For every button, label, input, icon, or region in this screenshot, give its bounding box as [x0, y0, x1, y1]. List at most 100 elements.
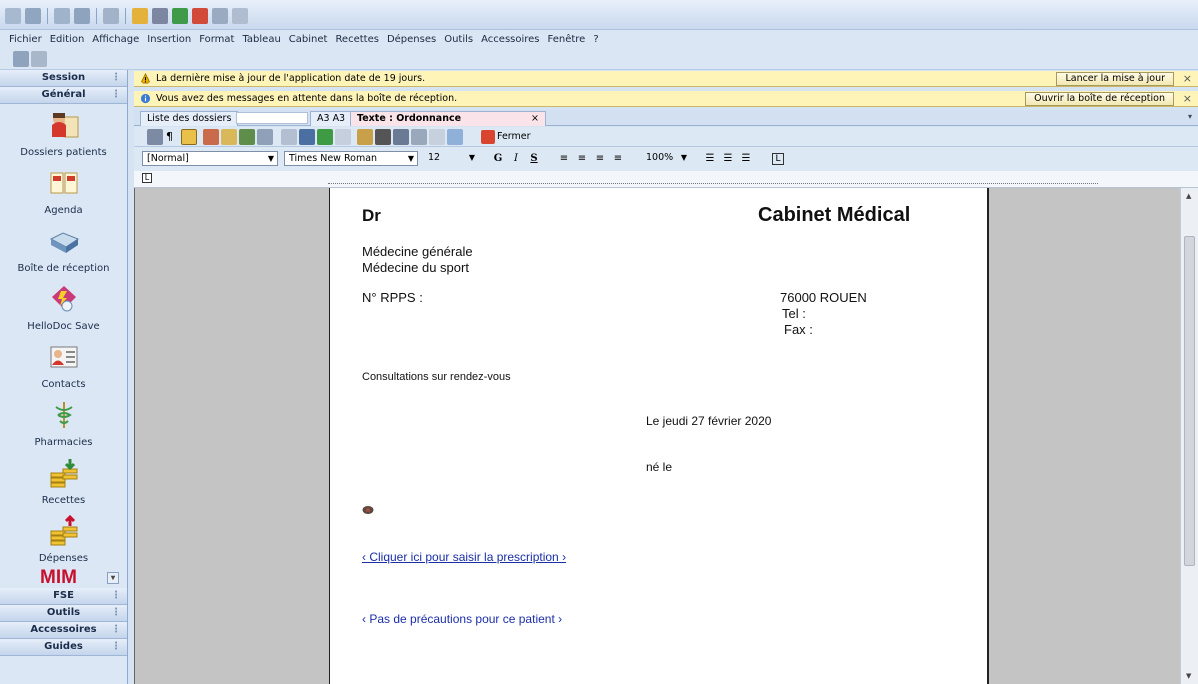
menu-format[interactable]: Format	[198, 34, 235, 45]
menu-recettes[interactable]: Recettes	[334, 34, 380, 45]
underline-button[interactable]: S	[526, 151, 542, 166]
sidebar-section-accessoires[interactable]: Accessoires ⋮	[0, 622, 127, 639]
document-page[interactable]: Dr Cabinet Médical Médecine générale Méd…	[329, 188, 989, 684]
prescription-link[interactable]: ‹ Cliquer ici pour saisir la prescriptio…	[362, 550, 566, 564]
menu-cabinet[interactable]: Cabinet	[288, 34, 329, 45]
sidebar-item-recettes[interactable]: Recettes	[0, 452, 127, 510]
tab-stop-icon[interactable]: L	[142, 173, 152, 183]
sidebar-item-boite-reception[interactable]: Boîte de réception	[0, 220, 127, 278]
close-document-button[interactable]: Fermer	[497, 131, 531, 142]
sidebar-item-label: Dépenses	[38, 553, 89, 564]
building-icon[interactable]	[103, 8, 119, 24]
image-insert-icon[interactable]	[299, 129, 315, 145]
stamp-icon[interactable]	[393, 129, 409, 145]
font-select[interactable]: Times New Roman ▼	[284, 151, 418, 166]
tab-liste-dossiers[interactable]: Liste des dossiers	[140, 111, 239, 126]
printer-icon[interactable]	[152, 8, 168, 24]
menu-fichier[interactable]: Fichier	[8, 34, 43, 45]
menu-fenetre[interactable]: Fenêtre	[547, 34, 587, 45]
menu-edition[interactable]: Edition	[49, 34, 86, 45]
menu-affichage[interactable]: Affichage	[91, 34, 140, 45]
sidebar-section-outils[interactable]: Outils ⋮	[0, 605, 127, 622]
house-settings-icon[interactable]	[212, 8, 228, 24]
align-center-icon[interactable]: ≡	[574, 151, 590, 166]
chevron-down-icon[interactable]: ▾	[1188, 112, 1192, 121]
print-icon[interactable]	[375, 129, 391, 145]
menu-outils[interactable]: Outils	[443, 34, 474, 45]
align-left-icon[interactable]: ≡	[556, 151, 572, 166]
sidebar-item-depenses[interactable]: Dépenses	[0, 510, 127, 568]
scroll-up-icon[interactable]: ▲	[1186, 192, 1191, 200]
sidebar-item-contacts[interactable]: Contacts	[0, 336, 127, 394]
close-icon[interactable]: ×	[1183, 92, 1192, 105]
card-icon[interactable]	[257, 129, 273, 145]
menu-depenses[interactable]: Dépenses	[386, 34, 437, 45]
ruler[interactable]: L	[134, 171, 1198, 188]
save-icon[interactable]	[147, 129, 163, 145]
list-icon[interactable]	[281, 129, 297, 145]
scroll-thumb[interactable]	[1184, 236, 1195, 566]
sidebar-item-pharmacies[interactable]: Pharmacies	[0, 394, 127, 452]
patient-insert-icon[interactable]	[203, 129, 219, 145]
italic-button[interactable]: I	[508, 151, 524, 166]
house-gear-icon[interactable]	[232, 8, 248, 24]
image-icon[interactable]	[13, 51, 29, 67]
menu-help[interactable]: ?	[592, 34, 599, 45]
house-alt-icon[interactable]	[74, 8, 90, 24]
paragraph-icon[interactable]: ¶	[166, 130, 173, 143]
spellcheck-icon[interactable]	[447, 129, 463, 145]
zoom-select[interactable]: 100% ▼	[642, 151, 690, 166]
home-alt-icon[interactable]	[25, 8, 41, 24]
sidebar-item-dossiers-patients[interactable]: Dossiers patients	[0, 104, 127, 162]
update-notification-bar: La dernière mise à jour de l'application…	[134, 71, 1198, 87]
bullet-list-icon[interactable]: ☰	[702, 151, 718, 166]
align-right-icon[interactable]: ≡	[592, 151, 608, 166]
sidebar-section-guides[interactable]: Guides ⋮	[0, 639, 127, 656]
person-icon[interactable]	[132, 8, 148, 24]
copy-icon[interactable]	[357, 129, 373, 145]
save-shield-icon	[51, 286, 76, 312]
select-icon[interactable]	[181, 129, 197, 145]
sidebar-item-agenda[interactable]: Agenda	[0, 162, 127, 220]
sidebar-section-general[interactable]: Général ⋮	[0, 87, 127, 104]
document-copy-icon[interactable]	[221, 129, 237, 145]
barcode-icon[interactable]	[411, 129, 427, 145]
font-size-select[interactable]: 12 ▼	[424, 151, 478, 166]
menu-tableau[interactable]: Tableau	[241, 34, 281, 45]
document-icon[interactable]	[31, 51, 47, 67]
template-icon[interactable]	[239, 129, 255, 145]
home-icon[interactable]	[5, 8, 21, 24]
bold-button[interactable]: G	[490, 151, 506, 166]
add-icon[interactable]	[317, 129, 333, 145]
launch-update-button[interactable]: Lancer la mise à jour	[1056, 72, 1174, 86]
tab-patient-record[interactable]: A3 A3	[310, 111, 353, 126]
house-icon[interactable]	[54, 8, 70, 24]
close-icon[interactable]: ×	[531, 112, 539, 126]
sidebar-item-hellodoc-save[interactable]: HelloDoc Save	[0, 278, 127, 336]
close-icon[interactable]: ×	[1183, 72, 1192, 85]
cabinet-heading: Cabinet Médical	[758, 204, 911, 226]
sidebar-section-fse[interactable]: FSE ⋮	[0, 588, 127, 605]
chevron-down-icon[interactable]: ▾	[107, 572, 119, 584]
precautions-link[interactable]: ‹ Pas de précautions pour ce patient ›	[362, 612, 562, 626]
align-justify-icon[interactable]: ≡	[610, 151, 626, 166]
eye-icon[interactable]	[362, 505, 374, 515]
scroll-down-icon[interactable]: ▼	[1186, 672, 1191, 680]
indent-icon[interactable]: ☰	[738, 151, 754, 166]
variable-icon[interactable]	[335, 129, 351, 145]
mail-icon[interactable]	[192, 8, 208, 24]
numbered-list-icon[interactable]: ☰	[720, 151, 736, 166]
sidebar-item-label: HelloDoc Save	[27, 321, 100, 332]
menu-accessoires[interactable]: Accessoires	[480, 34, 540, 45]
mim-brand: MIM ▾	[0, 567, 127, 588]
vertical-scrollbar[interactable]: ▲ ▼	[1180, 188, 1198, 684]
menu-insertion[interactable]: Insertion	[146, 34, 192, 45]
sidebar-section-session[interactable]: Session ⋮	[0, 70, 127, 87]
style-select[interactable]: [Normal] ▼	[142, 151, 278, 166]
open-inbox-button[interactable]: Ouvrir la boîte de réception	[1025, 92, 1174, 106]
signature-icon[interactable]	[429, 129, 445, 145]
tab-texte-ordonnance[interactable]: Texte : Ordonnance ×	[350, 111, 546, 126]
chart-icon[interactable]	[172, 8, 188, 24]
frame-icon[interactable]: L	[772, 153, 784, 165]
tab-search-field[interactable]	[236, 112, 308, 124]
